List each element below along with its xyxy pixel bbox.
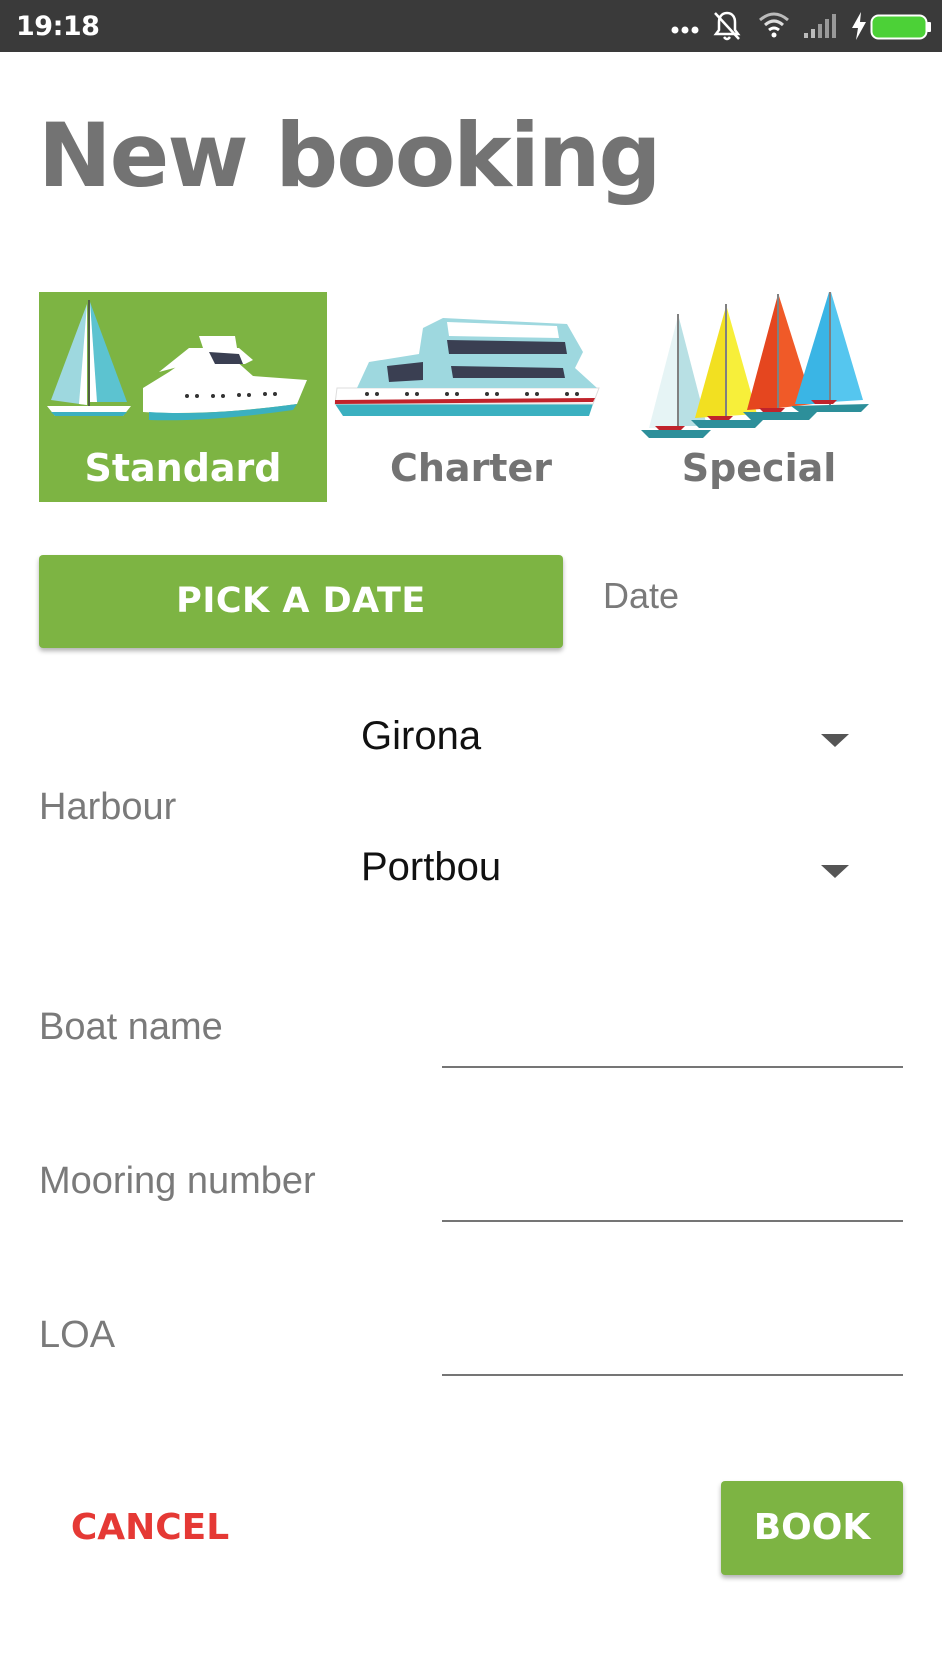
selected-date-label: Date [603,575,680,616]
colorful-sailboats-icon [641,292,869,438]
cancel-button[interactable]: CANCEL [60,1482,240,1574]
pick-date-button[interactable]: PICK A DATE [39,555,563,648]
booking-type-label: Standard [84,446,282,490]
dropdown-arrow-icon [821,734,849,747]
mooring-number-field[interactable] [442,1174,903,1222]
status-time: 19:18 [16,11,100,42]
boat-name-label: Boat name [39,1006,223,1048]
status-bar: 19:18 [0,0,942,52]
booking-type-label: Charter [389,446,552,490]
mooring-number-label: Mooring number [39,1160,316,1202]
battery-icon [870,14,931,40]
loa-label: LOA [39,1314,116,1356]
charter-yacht-icon [334,318,600,416]
booking-type-label: Special [681,446,837,490]
bell-off-icon [713,11,741,41]
harbour-port-dropdown[interactable]: Portbou [361,837,857,907]
loa-field[interactable] [442,1328,903,1376]
harbour-port-value: Portbou [361,845,502,889]
wifi-icon [759,12,789,38]
boat-name-field[interactable] [442,1020,903,1068]
harbour-region-dropdown[interactable]: Girona [361,706,857,776]
more-dots-icon [671,26,699,34]
sailboat-and-yacht-icon [47,300,307,421]
page-title: New booking [38,104,661,207]
charging-icon [852,12,866,40]
harbour-label: Harbour [39,786,177,828]
harbour-region-value: Girona [361,714,482,758]
booking-type-standard[interactable]: Standard [39,292,327,502]
book-button[interactable]: BOOK [721,1481,903,1575]
dropdown-arrow-icon [821,865,849,878]
signal-icon [804,14,836,38]
booking-type-charter[interactable]: Charter [327,292,615,502]
booking-type-special[interactable]: Special [615,292,903,502]
